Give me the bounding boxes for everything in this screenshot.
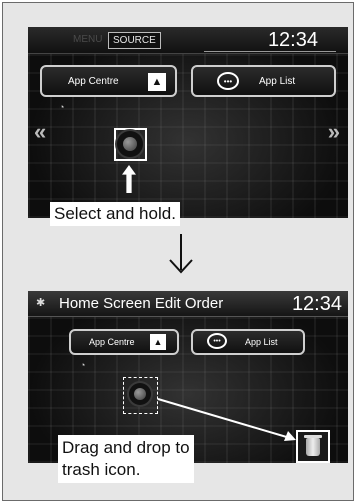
app-list-icon: •••	[217, 72, 239, 90]
caption-line-2: trash icon.	[62, 460, 141, 479]
source-button[interactable]: SOURCE	[108, 32, 161, 49]
navigation-icon: ▲	[148, 73, 166, 91]
app-icon[interactable]	[117, 131, 143, 157]
hold-arrow-icon	[122, 165, 136, 193]
background-grid	[28, 27, 348, 218]
scroll-right-arrow[interactable]: »	[328, 119, 340, 145]
caption-drag-drop: Drag and drop to trash icon.	[58, 435, 194, 483]
home-screen-before: MENU SOURCE 12:34 App Centre ▲ ••• App L…	[28, 27, 348, 218]
app-centre-button[interactable]: App Centre ▲	[40, 65, 177, 97]
app-list-button[interactable]: ••• App List	[191, 65, 336, 97]
scroll-left-arrow[interactable]: «	[34, 119, 46, 145]
caption-line-1: Drag and drop to	[62, 438, 190, 457]
caption-select-hold: Select and hold.	[50, 202, 180, 226]
menu-button[interactable]: MENU	[73, 34, 102, 45]
app-list-label: App List	[259, 76, 296, 87]
app-centre-label: App Centre	[68, 76, 119, 87]
gauge-icon: ◔	[59, 102, 65, 112]
top-bar: MENU SOURCE 12:34	[28, 27, 348, 54]
app-icon-graphic	[123, 137, 137, 151]
down-arrow-icon	[169, 234, 193, 274]
clock-underline	[204, 51, 336, 52]
clock: 12:34	[267, 29, 318, 51]
trash-icon[interactable]	[296, 430, 330, 463]
trash-can-graphic	[304, 434, 322, 456]
